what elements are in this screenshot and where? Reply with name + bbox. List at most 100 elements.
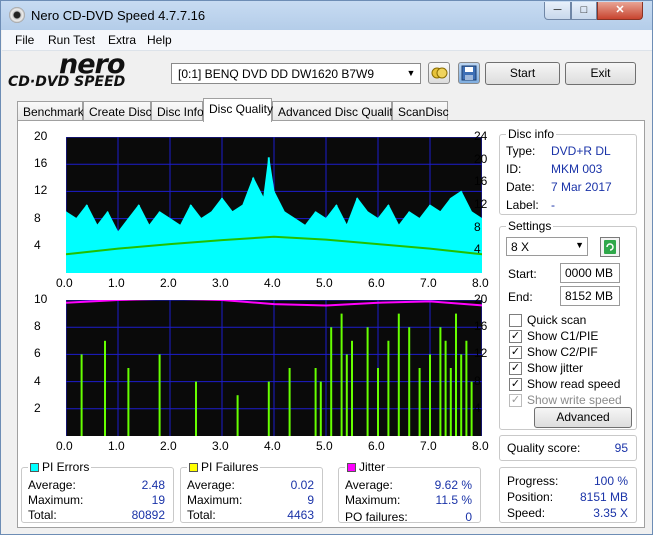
refresh-speed-button[interactable] (600, 237, 620, 257)
checkbox-show-c1-pie[interactable]: ✓ (509, 330, 522, 343)
end-input[interactable]: 8152 MB (560, 286, 620, 306)
exit-button[interactable]: Exit (565, 62, 636, 85)
chart2-x-tick: 6.0 (368, 439, 385, 453)
disc-date-label: Date: (506, 180, 535, 194)
pi-failures-stats: PI Failures Average: 0.02 Maximum: 9 Tot… (180, 460, 323, 523)
pi-errors-chart (65, 136, 483, 274)
pi-failures-maximum-label: Maximum: (187, 493, 243, 507)
chart1-x-tick: 8.0 (472, 276, 489, 290)
pi-failures-swatch (189, 463, 198, 472)
advanced-button[interactable]: Advanced (534, 407, 632, 428)
chart1-left-tick: 16 (34, 156, 48, 171)
pi-errors-legend: PI Errors (28, 460, 92, 474)
pi-errors-maximum-label: Maximum: (28, 493, 84, 507)
speed-label: Speed: (507, 506, 546, 520)
pi-failures-plot (65, 297, 483, 436)
menu-file[interactable]: File (15, 33, 34, 47)
speed-select[interactable]: 8 X ▼ (506, 237, 588, 256)
menu-help[interactable]: Help (147, 33, 172, 47)
checkbox-show-c2-pif[interactable]: ✓ (509, 346, 522, 359)
start-label: Start: (508, 267, 537, 281)
chart2-right-tick: 4 (474, 400, 481, 415)
chart1-left-tick: 8 (34, 210, 41, 225)
checkbox-label: Show read speed (527, 377, 621, 391)
menu-bar: File Run Test Extra Help (2, 30, 652, 51)
pi-failures-total: 4463 (287, 508, 314, 522)
pi-errors-total: 80892 (131, 508, 165, 522)
start-button[interactable]: Start (485, 62, 560, 85)
start-input[interactable]: 0000 MB (560, 263, 620, 283)
chevron-down-icon: ▼ (406, 68, 416, 78)
jitter-average: 9.62 % (434, 478, 472, 492)
jitter-title: Jitter (359, 460, 386, 474)
chart1-x-tick: 4.0 (264, 276, 281, 290)
chart1-right-tick: 20 (474, 151, 488, 166)
speed-value: 3.35 X (593, 506, 628, 520)
pi-errors-total-label: Total: (28, 508, 57, 522)
jitter-maximum: 11.5 % (435, 493, 472, 507)
chart2-right-tick: 16 (474, 319, 488, 334)
chart2-right-tick: 20 (474, 292, 488, 306)
chart1-right-tick: 24 (474, 129, 488, 143)
chart2-x-tick: 7.0 (420, 439, 437, 453)
chart2-x-tick: 0.0 (56, 439, 73, 453)
pi-failures-total-label: Total: (187, 508, 216, 522)
checkbox-label: Quick scan (527, 313, 587, 327)
chart2-x-tick: 8.0 (472, 439, 489, 453)
menu-extra[interactable]: Extra (108, 33, 136, 47)
app-window: Nero CD-DVD Speed 4.7.7.16 ─ □ ✕ File Ru… (0, 0, 653, 535)
chart2-right-tick: 12 (474, 346, 488, 361)
eject-button[interactable] (428, 62, 450, 84)
po-failures-label: PO failures: (345, 510, 408, 524)
maximize-button[interactable]: □ (571, 2, 597, 20)
pi-errors-title: PI Errors (42, 460, 90, 474)
chart2-left-tick: 10 (34, 292, 48, 306)
chart2-x-tick: 3.0 (212, 439, 229, 453)
eject-icon (431, 67, 448, 79)
checkbox-show-jitter[interactable]: ✓ (509, 362, 522, 375)
save-button[interactable] (458, 62, 480, 84)
tab-scandisc[interactable]: ScanDisc (392, 101, 449, 121)
close-button[interactable]: ✕ (597, 2, 643, 20)
checkbox-label: Show C1/PIE (527, 329, 599, 343)
tab-disc-info[interactable]: Disc Info (151, 101, 204, 121)
disc-id-label: ID: (506, 162, 522, 176)
drive-select[interactable]: [0:1] BENQ DVD DD DW1620 B7W9 ▼ (171, 63, 421, 84)
disc-info-title: Disc info (506, 127, 557, 141)
pi-failures-chart (65, 297, 483, 436)
quality-score-value: 95 (614, 441, 628, 455)
tab-disc-quality[interactable]: Disc Quality (203, 98, 273, 122)
settings-group: Settings 8 X ▼ Start: 0000 MB End: 8152 … (499, 219, 637, 430)
pi-failures-average: 0.02 (290, 478, 314, 492)
disc-date-value: 7 Mar 2017 (551, 180, 612, 194)
jitter-stats: Jitter Average: 9.62 % Maximum: 11.5 % P… (338, 460, 481, 524)
checkbox-label: Show write speed (527, 393, 622, 407)
menu-run-test[interactable]: Run Test (48, 33, 95, 47)
settings-title: Settings (506, 219, 554, 233)
po-failures-value: 0 (465, 510, 472, 524)
checkbox-quick-scan[interactable] (509, 314, 522, 327)
chart2-x-tick: 2.0 (160, 439, 177, 453)
tab-advanced-disc-quality[interactable]: Advanced Disc Quality (272, 101, 399, 121)
chevron-down-icon: ▼ (575, 240, 584, 250)
progress-value: 100 % (593, 474, 628, 488)
pi-errors-stats: PI Errors Average: 2.48 Maximum: 19 Tota… (21, 460, 174, 523)
chart1-x-tick: 1.0 (108, 276, 125, 290)
chart2-x-tick: 4.0 (264, 439, 281, 453)
end-label: End: (508, 290, 533, 304)
jitter-swatch (347, 463, 356, 472)
chart1-x-tick: 6.0 (368, 276, 385, 290)
minimize-button[interactable]: ─ (544, 2, 571, 20)
chart2-right-tick: 8 (474, 373, 481, 388)
position-value: 8151 MB (579, 490, 628, 504)
window-title: Nero CD-DVD Speed 4.7.7.16 (31, 8, 206, 23)
chart1-right-tick: 4 (474, 242, 481, 257)
tab-benchmark[interactable]: Benchmark (17, 101, 84, 121)
checkbox-show-read-speed[interactable]: ✓ (509, 378, 522, 391)
chart1-right-tick: 12 (474, 197, 488, 211)
tab-create-disc[interactable]: Create Disc (83, 101, 152, 121)
quality-score-label: Quality score: (507, 441, 581, 455)
disc-id-value: MKM 003 (551, 162, 603, 176)
chart2-left-tick: 4 (34, 373, 41, 388)
checkbox-label: Show jitter (527, 361, 584, 375)
